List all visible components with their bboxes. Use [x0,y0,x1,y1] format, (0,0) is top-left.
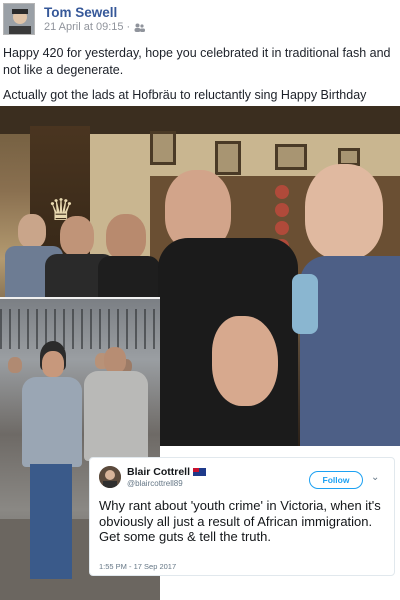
embedded-tweet[interactable]: Blair Cottrell @blaircottrell89 Follow ⌄… [89,457,395,576]
post-meta: 21 April at 09:15 · [44,21,146,33]
tweet-display-name[interactable]: Blair Cottrell [127,466,190,478]
man-phone-shirt [22,377,82,467]
australia-flag-icon [193,468,207,476]
post-paragraph-1: Happy 420 for yesterday, hope you celebr… [3,46,391,77]
post-timestamp[interactable]: 21 April at 09:15 · [44,21,130,33]
ok-hand-gesture [212,316,278,406]
post-header: Tom Sewell 21 April at 09:15 · [0,0,400,40]
person-head [60,216,94,256]
wall-picture [275,144,307,170]
background-person-blue [292,274,318,334]
avatar-icon [99,466,121,488]
author-avatar[interactable] [3,3,35,35]
man-right-head [305,164,383,259]
chevron-down-icon[interactable]: ⌄ [371,472,379,483]
man-back-shirt [84,371,148,461]
man-phone-head [42,351,64,377]
man-back-head [104,347,126,373]
avatar-icon [4,4,34,34]
tweet-author-row: Blair Cottrell [127,466,207,478]
friends-icon[interactable] [134,23,146,32]
follow-button[interactable]: Follow [309,471,363,489]
tweet-timestamp[interactable]: 1:55 PM - 17 Sep 2017 [99,562,176,571]
tweet-text: Why rant about 'youth crime' in Victoria… [99,498,381,544]
wall-picture [215,141,241,175]
tweet-avatar[interactable] [99,466,121,488]
wall-picture [150,131,176,165]
tweet-handle[interactable]: @blaircottrell89 [127,479,183,488]
railing [0,309,160,349]
crowd-person [8,357,22,373]
author-name[interactable]: Tom Sewell [44,5,117,20]
person-head [106,214,146,260]
man-phone-jeans [30,464,72,579]
person-head [18,214,46,248]
